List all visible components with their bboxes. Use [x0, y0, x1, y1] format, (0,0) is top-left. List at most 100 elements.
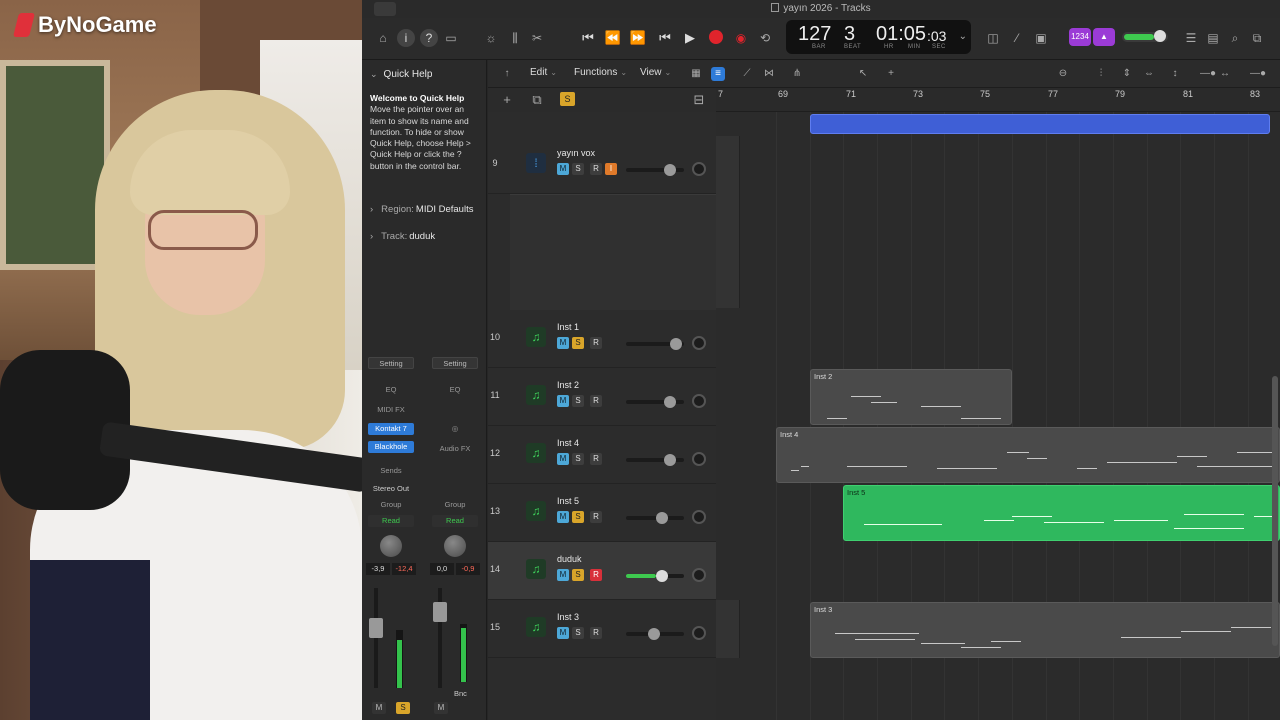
mute-button[interactable]: M [557, 511, 569, 523]
output-slot[interactable]: Stereo Out [368, 483, 414, 495]
mute-button[interactable]: M [557, 627, 569, 639]
edit-menu[interactable]: Edit ⌄ [530, 67, 557, 78]
volume-slider[interactable] [626, 628, 684, 640]
view-menu[interactable]: View ⌄ [640, 67, 671, 78]
track-row-9[interactable]: 9 ⁞ yayın vox M S R I [488, 136, 716, 194]
midi-region-inst-4[interactable]: Inst 4 [776, 427, 1280, 483]
volume-slider[interactable] [626, 454, 684, 466]
tracks-area[interactable]: Inst 2 Inst 4 Inst 5 Inst 3 [716, 112, 1280, 720]
notepad-icon[interactable]: ▤ [1204, 29, 1222, 47]
horizontal-zoom-slider[interactable]: —● [1238, 67, 1278, 81]
volume-knob[interactable] [664, 164, 676, 176]
volume-slider[interactable] [626, 164, 684, 176]
pan-knob[interactable] [444, 535, 466, 557]
toolbar-icon[interactable]: ▭ [442, 29, 460, 47]
track-name[interactable]: yayın vox [557, 148, 595, 158]
track-row-13[interactable]: 13 ♫ Inst 5 M S R [488, 484, 716, 542]
pan-knob[interactable] [692, 568, 706, 582]
vertical-scrollbar[interactable] [1272, 376, 1278, 646]
midi-region-inst-5[interactable]: Inst 5 [843, 485, 1280, 541]
mute-button[interactable]: M [557, 337, 569, 349]
mute-button[interactable]: M [557, 163, 569, 175]
track-name[interactable]: duduk [557, 554, 582, 564]
audio-fx-slot-blackhole[interactable]: Blackhole [368, 441, 414, 453]
play-button[interactable]: ▶ [679, 28, 701, 48]
setting-button[interactable]: Setting [432, 357, 478, 369]
solo-button[interactable]: S [572, 337, 584, 349]
record-enable-button[interactable]: R [590, 453, 602, 465]
pan-knob[interactable] [380, 535, 402, 557]
flex-icon[interactable]: ⋈ [762, 67, 776, 81]
pan-knob[interactable] [692, 394, 706, 408]
strip-mute-button[interactable]: M [434, 702, 448, 714]
bar-ruler[interactable]: 7 69 71 73 75 77 79 81 83 [716, 88, 1280, 112]
sidebar-toggle-button[interactable] [374, 2, 396, 16]
solo-button[interactable]: S [572, 453, 584, 465]
track-row-11[interactable]: 11 ♫ Inst 2 M S R [488, 368, 716, 426]
capture-recording-icon[interactable]: ◉ [732, 29, 750, 47]
mute-button[interactable]: M [557, 453, 569, 465]
snap-icon[interactable]: ⋔ [790, 67, 804, 81]
solo-button[interactable]: S [572, 511, 584, 523]
count-in-badge[interactable]: 1234 [1069, 28, 1091, 46]
add-track-button[interactable]: + [500, 93, 514, 107]
fast-forward-button[interactable]: ⏩ [627, 28, 649, 48]
midi-region-inst-2[interactable]: Inst 2 [810, 369, 1012, 425]
eq-slot[interactable]: EQ [432, 384, 478, 396]
volume-fader-track[interactable] [374, 588, 378, 688]
list-view-icon[interactable]: ≡ [711, 67, 725, 81]
volume-fader-cap[interactable] [433, 602, 447, 622]
record-button[interactable] [709, 30, 723, 44]
strip-solo-button[interactable]: S [396, 702, 410, 714]
horizontal-resize-icon[interactable]: ↔ [1218, 67, 1232, 81]
automation-mode[interactable]: Read [432, 515, 478, 527]
rewind-button[interactable]: ⏪ [602, 28, 624, 48]
record-enable-button[interactable]: R [590, 163, 602, 175]
track-inspector-toggle[interactable]: › Track: duduk [370, 231, 435, 242]
vertical-resize-icon[interactable]: ↕ [1168, 67, 1182, 81]
master-volume-knob[interactable] [1154, 30, 1166, 42]
record-enable-button[interactable]: R [590, 511, 602, 523]
master-volume-slider[interactable] [1122, 30, 1168, 42]
pan-knob[interactable] [692, 162, 706, 176]
mute-button[interactable]: M [557, 569, 569, 581]
solo-button[interactable]: S [572, 395, 584, 407]
pan-knob[interactable] [692, 452, 706, 466]
group-slot[interactable]: Group [368, 499, 414, 511]
pan-knob[interactable] [692, 336, 706, 350]
region-inspector-toggle[interactable]: › Region: MIDI Defaults [370, 204, 473, 215]
solo-button[interactable]: S [572, 627, 584, 639]
record-enable-button[interactable]: R [590, 337, 602, 349]
list-editors-icon[interactable]: ☰ [1182, 29, 1200, 47]
eq-slot[interactable]: EQ [368, 384, 414, 396]
mute-button[interactable]: M [557, 395, 569, 407]
metronome-icon[interactable]: ▣ [1032, 29, 1050, 47]
volume-slider[interactable] [626, 338, 684, 350]
pan-knob[interactable] [692, 626, 706, 640]
track-name[interactable]: Inst 1 [557, 322, 579, 332]
lcd-dropdown-icon[interactable]: ⌄ [959, 31, 967, 42]
region-top-blue[interactable] [810, 114, 1270, 134]
duplicate-track-icon[interactable]: ⧉ [530, 93, 544, 107]
record-enable-button[interactable]: R [590, 395, 602, 407]
volume-knob[interactable] [656, 512, 668, 524]
waveform-zoom-icon[interactable]: ⫶ [1094, 67, 1108, 81]
instrument-slot-kontakt[interactable]: Kontakt 7 [368, 423, 414, 435]
pan-knob[interactable] [692, 510, 706, 524]
stop-button[interactable]: ⏮ [654, 28, 676, 48]
track-name[interactable]: Inst 4 [557, 438, 579, 448]
pencil-tool-icon[interactable]: + [884, 67, 898, 81]
solo-button[interactable]: S [572, 569, 584, 581]
loop-browser-icon[interactable]: ⌕ [1226, 29, 1244, 47]
count-in-icon[interactable]: ⁄ [1008, 29, 1026, 47]
cycle-icon[interactable]: ⟲ [756, 29, 774, 47]
zoom-icon[interactable]: ⊖ [1056, 67, 1070, 81]
vertical-zoom-icon[interactable]: ⇕ [1120, 67, 1134, 81]
editors-icon[interactable]: ✂ [528, 29, 546, 47]
record-enable-button[interactable]: R [590, 627, 602, 639]
browsers-icon[interactable]: ⧉ [1248, 29, 1266, 47]
grid-view-icon[interactable]: ▦ [689, 67, 703, 81]
tuner-icon[interactable]: ◫ [984, 29, 1002, 47]
audio-fx-slot[interactable]: Audio FX [432, 443, 478, 455]
volume-knob[interactable] [664, 454, 676, 466]
